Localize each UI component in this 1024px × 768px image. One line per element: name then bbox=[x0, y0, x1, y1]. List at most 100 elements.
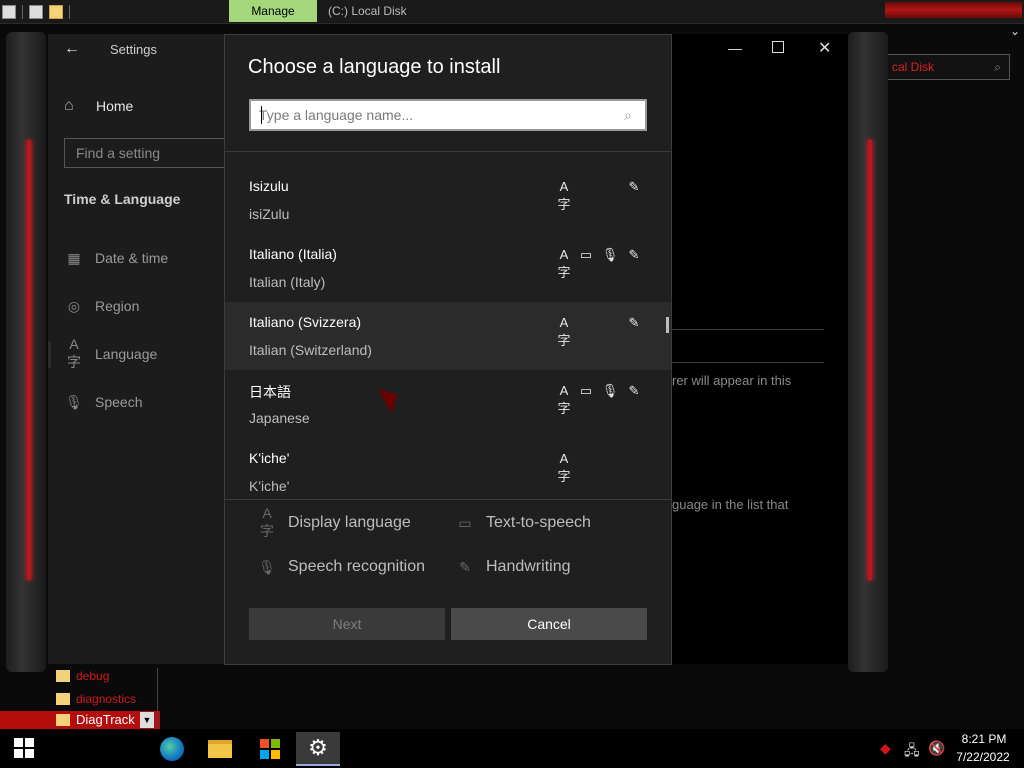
language-icon: A字 bbox=[67, 336, 81, 370]
list-divider bbox=[225, 499, 671, 500]
explorer-search-box[interactable]: cal Disk ⌕ bbox=[885, 54, 1010, 80]
language-search-input[interactable] bbox=[259, 105, 609, 125]
display-language-icon: A字 bbox=[557, 315, 571, 348]
properties-icon[interactable] bbox=[29, 5, 43, 19]
settings-gear-icon[interactable]: ⚙ bbox=[296, 732, 340, 766]
language-native-name: K'iche' bbox=[249, 478, 290, 494]
toolbar-divider bbox=[22, 5, 23, 19]
language-native-name: Italian (Switzerland) bbox=[249, 342, 372, 358]
find-setting-input[interactable]: Find a setting bbox=[64, 138, 225, 168]
display-language-icon: A字 bbox=[557, 383, 571, 416]
legend-display-language: A字 Display language bbox=[258, 505, 411, 539]
back-arrow-icon[interactable]: ← bbox=[64, 40, 80, 58]
language-row[interactable]: Italiano (Italia) Italian (Italy) A字 ▭ 🎙… bbox=[225, 234, 671, 302]
folder-icon bbox=[56, 713, 70, 726]
volume-muted-icon[interactable]: 🔇 bbox=[928, 740, 945, 757]
globe-icon: ◎ bbox=[67, 297, 81, 314]
toolbar-divider bbox=[69, 5, 70, 19]
red-glow-left bbox=[27, 140, 31, 580]
language-native-name: Italian (Italy) bbox=[249, 274, 326, 290]
microphone-icon: 🎙 bbox=[601, 247, 619, 262]
msi-dragon-icon[interactable]: ◆ bbox=[880, 740, 891, 757]
nav-item-label: Date & time bbox=[95, 250, 169, 266]
cancel-button[interactable]: Cancel bbox=[451, 608, 647, 640]
language-row-selected[interactable]: Italiano (Svizzera) Italian (Switzerland… bbox=[225, 302, 671, 370]
close-button[interactable]: ✕ bbox=[818, 38, 831, 58]
home-icon[interactable]: ⌂ bbox=[64, 97, 82, 115]
nav-item-region[interactable]: ◎ Region bbox=[64, 296, 139, 316]
text-caret bbox=[261, 106, 262, 124]
text-to-speech-icon: ▭ bbox=[579, 247, 593, 262]
minimize-button[interactable]: — bbox=[728, 40, 742, 56]
display-language-icon: A字 bbox=[557, 247, 571, 280]
nav-selected-indicator bbox=[48, 342, 51, 368]
dialog-title: Choose a language to install bbox=[248, 56, 501, 78]
file-explorer-icon[interactable] bbox=[198, 732, 242, 766]
language-name: Isizulu bbox=[249, 178, 289, 194]
language-search-field[interactable] bbox=[249, 99, 647, 131]
tree-item-diagtrack[interactable]: DiagTrack bbox=[56, 712, 135, 727]
manage-tab[interactable]: Manage bbox=[229, 0, 317, 22]
network-icon[interactable]: 🖧 bbox=[904, 740, 920, 764]
nav-item-language[interactable]: A字 Language bbox=[64, 336, 158, 370]
legend-handwriting: ✎ Handwriting bbox=[456, 556, 570, 578]
legend-text-to-speech: ▭ Text-to-speech bbox=[456, 512, 591, 534]
clock-time[interactable]: 8:21 PM bbox=[958, 732, 1010, 746]
language-name: 日本語 bbox=[249, 384, 291, 400]
language-name: Italiano (Italia) bbox=[249, 246, 337, 262]
explorer-search-text: cal Disk bbox=[892, 60, 935, 74]
calendar-clock-icon: ▦ bbox=[67, 249, 81, 266]
settings-title: Settings bbox=[110, 42, 157, 57]
language-name: Italiano (Svizzera) bbox=[249, 314, 362, 330]
tree-item-label: debug bbox=[76, 669, 110, 683]
background-divider bbox=[672, 362, 824, 363]
legend-label: Text-to-speech bbox=[486, 514, 591, 531]
display-language-icon: A字 bbox=[557, 179, 571, 212]
maximize-button[interactable] bbox=[772, 41, 784, 53]
legend-speech-recognition: 🎙 Speech recognition bbox=[258, 556, 425, 578]
language-row[interactable]: 日本語 Japanese A字 ▭ 🎙 ✎ bbox=[225, 370, 671, 438]
background-text: guage in the list that bbox=[672, 497, 789, 512]
language-row[interactable]: K'iche' K'iche' A字 bbox=[225, 438, 671, 499]
red-decoration-strip bbox=[885, 2, 1022, 18]
display-language-icon: A字 bbox=[557, 451, 571, 484]
home-link[interactable]: Home bbox=[96, 98, 133, 114]
folder-icon bbox=[56, 693, 70, 705]
new-folder-icon[interactable] bbox=[49, 5, 63, 19]
microsoft-store-icon[interactable] bbox=[248, 732, 292, 766]
nav-item-label: Language bbox=[95, 346, 158, 362]
text-to-speech-icon: ▭ bbox=[458, 514, 472, 531]
tree-divider bbox=[157, 668, 158, 730]
display-language-icon: A字 bbox=[260, 505, 274, 539]
nav-item-label: Speech bbox=[95, 394, 143, 410]
tree-item-label: diagnostics bbox=[76, 692, 137, 706]
dropdown-arrow-icon[interactable]: ▼ bbox=[140, 712, 154, 728]
handwriting-icon: ✎ bbox=[628, 315, 640, 330]
folder-icon bbox=[56, 670, 70, 682]
text-to-speech-icon: ▭ bbox=[579, 383, 593, 398]
handwriting-icon: ✎ bbox=[628, 179, 640, 194]
chevron-down-icon[interactable]: ⌄ bbox=[1010, 24, 1020, 38]
section-title: Time & Language bbox=[64, 191, 181, 207]
search-icon[interactable]: ⌕ bbox=[624, 107, 632, 124]
nav-item-speech[interactable]: 🎙 Speech bbox=[64, 392, 142, 412]
tree-item-diagnostics[interactable]: diagnostics bbox=[56, 689, 136, 709]
microphone-icon: 🎙 bbox=[601, 383, 619, 398]
tree-item-label: DiagTrack bbox=[76, 712, 135, 727]
background-text: rer will appear in this bbox=[672, 373, 792, 388]
explorer-window-title: (C:) Local Disk bbox=[328, 4, 407, 18]
nav-item-date-time[interactable]: ▦ Date & time bbox=[64, 248, 168, 268]
windows-start-icon[interactable] bbox=[14, 738, 34, 758]
microphone-icon: 🎙 bbox=[258, 558, 276, 575]
clock-date[interactable]: 7/22/2022 bbox=[950, 750, 1016, 764]
drive-icon[interactable] bbox=[2, 5, 16, 19]
next-button[interactable]: Next bbox=[249, 608, 445, 640]
language-row[interactable]: Isizulu isiZulu A字 ✎ bbox=[225, 166, 671, 234]
legend-label: Speech recognition bbox=[288, 558, 425, 575]
scrollbar-thumb[interactable] bbox=[666, 317, 669, 333]
list-divider bbox=[225, 151, 671, 152]
edge-browser-icon[interactable] bbox=[150, 732, 194, 766]
language-native-name: Japanese bbox=[249, 410, 310, 426]
explorer-titlebar bbox=[0, 0, 1024, 24]
tree-item-debug[interactable]: debug bbox=[56, 666, 109, 686]
